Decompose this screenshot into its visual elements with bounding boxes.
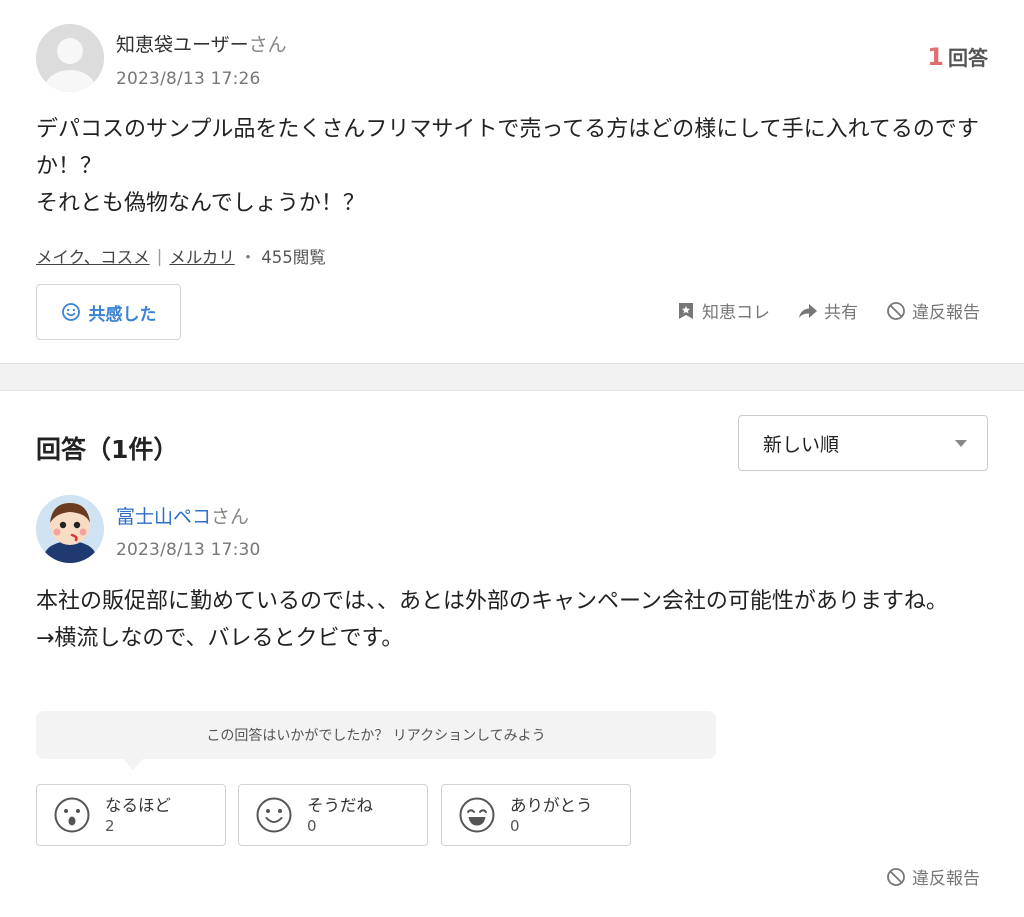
tag-link-mercari[interactable]: メルカリ: [169, 244, 235, 268]
reaction-label: そうだね: [307, 796, 373, 815]
share-button[interactable]: 共有: [798, 298, 858, 323]
question-user-name[interactable]: 知恵袋ユーザーさん: [116, 30, 287, 57]
report-label: 違反報告: [912, 303, 980, 323]
reaction-label: なるほど: [105, 796, 171, 815]
reaction-button-arigatou[interactable]: ありがとう 0: [441, 784, 631, 846]
question-card: 知恵袋ユーザーさん 2023/8/13 17:26 1 回答 デパコスのサンプル…: [0, 0, 1024, 364]
tag-separator: |: [156, 246, 163, 266]
default-user-icon: [36, 24, 104, 92]
empathy-button[interactable]: 共感した: [36, 284, 181, 340]
question-actions: 知恵コレ 共有 違反報告: [676, 298, 980, 323]
user-name-text[interactable]: 知恵袋ユーザー: [116, 34, 249, 56]
answer-count-label: 回答: [948, 46, 988, 70]
surprised-face-icon: [54, 797, 90, 833]
view-count: 455閲覧: [261, 248, 326, 267]
reaction-button-soudane[interactable]: そうだね 0: [238, 784, 428, 846]
answer-count-number: 1: [927, 43, 944, 71]
answer-date: 2023/8/13 17:30: [116, 540, 261, 560]
avatar[interactable]: [36, 24, 104, 92]
reaction-label: ありがとう: [510, 796, 593, 815]
answer-body: 本社の販促部に勤めているのでは、、あとは外部のキャンペーン会社の可能性があります…: [36, 589, 948, 651]
user-suffix: さん: [248, 34, 287, 56]
tag-list: メイク、コスメ | メルカリ ・ 455閲覧: [36, 244, 326, 268]
share-label: 共有: [824, 303, 858, 323]
report-button[interactable]: 違反報告: [886, 298, 980, 323]
answer-report-button[interactable]: 違反報告: [886, 864, 980, 889]
grin-face-icon: [459, 797, 495, 833]
reaction-count: 2: [105, 817, 115, 835]
empathy-button-label: 共感した: [88, 304, 157, 325]
question-body: デパコスのサンプル品をたくさんフリマサイトで売ってる方はどの様にして手に入れてる…: [36, 117, 979, 216]
save-label: 知恵コレ: [702, 303, 770, 323]
report-label: 違反報告: [912, 869, 980, 889]
reaction-prompt: この回答はいかがでしたか？ リアクションしてみよう: [36, 711, 716, 759]
caret-down-icon: [955, 440, 967, 447]
prohibited-icon: [887, 867, 905, 886]
reaction-count: 0: [510, 817, 520, 835]
character-avatar-icon: [36, 495, 104, 563]
sort-select[interactable]: 新しい順: [738, 415, 988, 471]
dot-separator: ・: [239, 248, 257, 267]
smile-icon: [61, 303, 80, 321]
answerer-name-link[interactable]: 富士山ペコ: [116, 506, 211, 528]
reaction-count: 0: [307, 817, 317, 835]
bubble-tail: [122, 758, 144, 770]
reaction-prompt-text: この回答はいかがでしたか？ リアクションしてみよう: [206, 728, 546, 744]
answerer-avatar[interactable]: [36, 495, 104, 563]
prohibited-icon: [887, 301, 905, 320]
bookmark-star-icon: [679, 302, 693, 319]
tag-link-makeup[interactable]: メイク、コスメ: [36, 244, 150, 268]
question-date: 2023/8/13 17:26: [116, 69, 261, 89]
sort-selected-value: 新しい順: [763, 433, 840, 456]
save-button[interactable]: 知恵コレ: [676, 298, 770, 323]
reaction-button-naruhodo[interactable]: なるほど 2: [36, 784, 226, 846]
smile-face-icon: [256, 797, 292, 833]
answers-title: 回答（1件）: [36, 435, 179, 464]
share-arrow-icon: [799, 303, 817, 318]
answer-count[interactable]: 1 回答: [927, 42, 988, 71]
answerer-user-name: 富士山ペコさん: [116, 502, 249, 529]
user-suffix: さん: [211, 506, 250, 528]
